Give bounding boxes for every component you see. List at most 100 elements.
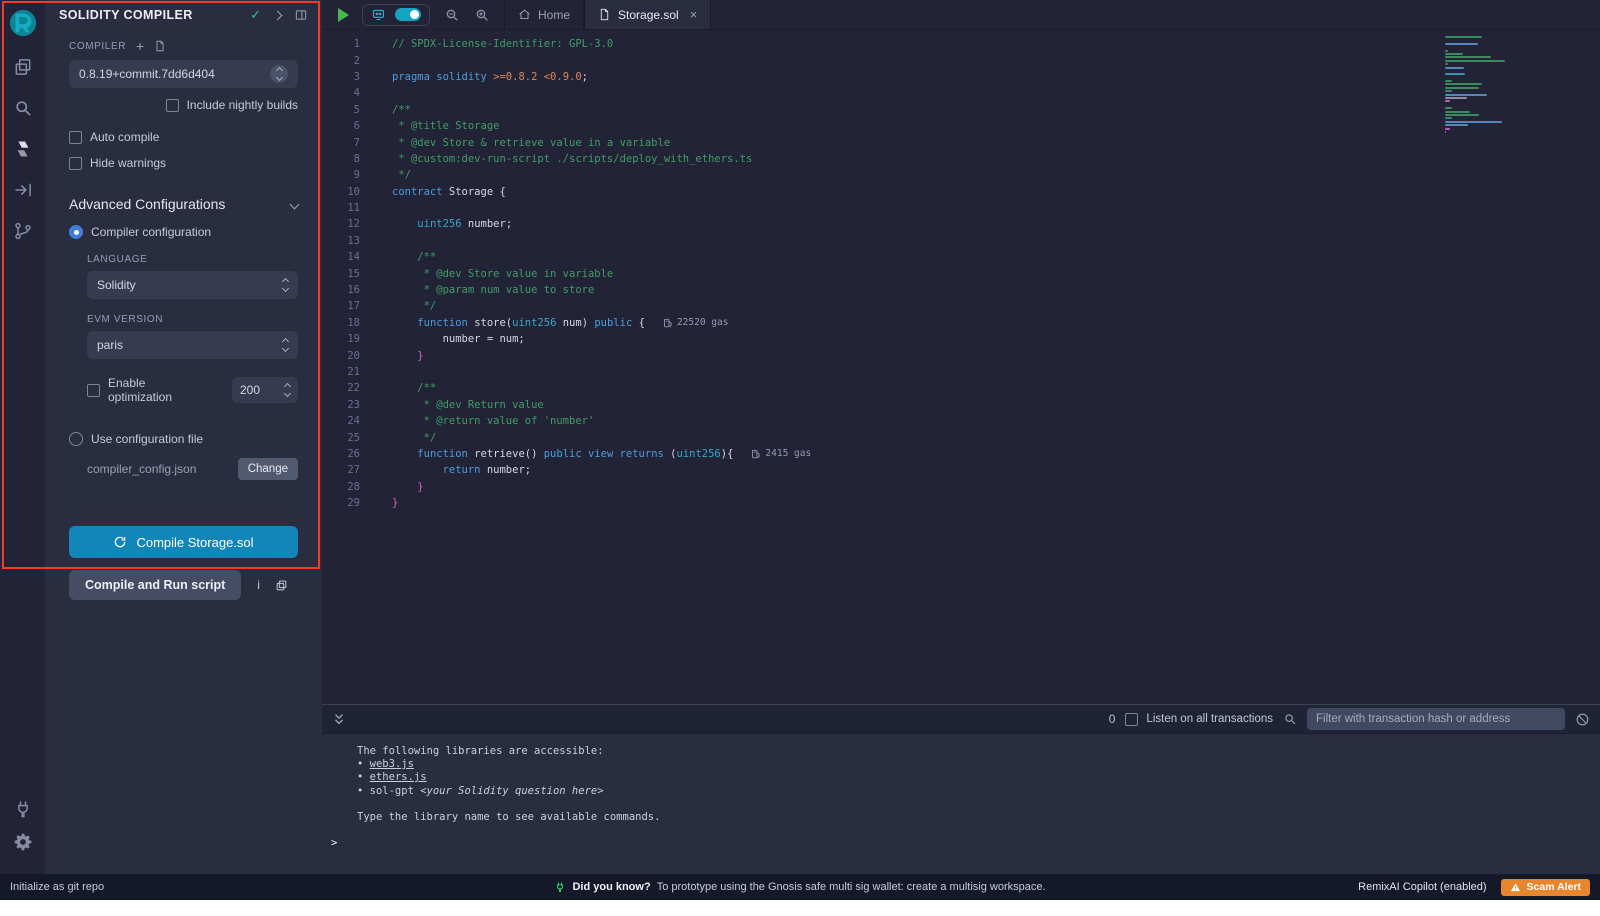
code-line: 28 } [322,479,1600,495]
tab-home[interactable]: Home [504,0,584,29]
include-nightly-checkbox[interactable] [166,99,179,112]
compile-button-label: Compile Storage.sol [136,535,253,550]
minimap-line [1445,104,1560,106]
terminal-toolbar: 0 Listen on all transactions [322,704,1600,734]
code-text[interactable]: * @param num value to store [392,284,594,296]
language-select[interactable]: Solidity [87,271,298,299]
code-text[interactable]: * @dev Store value in variable [392,268,613,280]
code-text[interactable]: * @dev Return value [392,399,544,411]
scam-alert-badge[interactable]: Scam Alert [1501,879,1590,896]
code-text[interactable]: * @return value of 'number' [392,415,594,427]
icon-sidebar [0,0,45,874]
run-script-play-button[interactable] [338,8,349,22]
code-text[interactable]: */ [392,169,411,181]
minimap-line [1445,87,1479,89]
close-tab-icon[interactable]: × [690,7,698,22]
copy-icon[interactable] [275,579,288,592]
code-text[interactable]: */ [392,300,436,312]
line-number: 1 [322,38,378,50]
line-number: 7 [322,137,378,149]
minimap[interactable] [1445,36,1560,134]
line-number: 9 [322,169,378,181]
advanced-configurations-header[interactable]: Advanced Configurations [69,196,298,212]
git-init-status[interactable]: Initialize as git repo [10,881,104,893]
panel-header: SOLIDITY COMPILER ✓ [45,0,322,30]
code-text[interactable]: function retrieve() public view returns … [392,448,733,460]
zoom-in-icon[interactable] [474,7,490,23]
code-text[interactable]: } [392,497,398,509]
auto-compile-checkbox[interactable] [69,131,82,144]
compiler-configuration-radio[interactable] [69,225,83,239]
solidity-compiler-icon[interactable] [12,138,33,159]
terminal-link[interactable]: ethers.js [370,771,427,783]
line-number: 26 [322,448,378,460]
terminal-expand-icon[interactable] [332,712,346,726]
enable-optimization-checkbox[interactable] [87,384,100,397]
code-text[interactable]: * @title Storage [392,120,499,132]
code-text[interactable]: * @dev Store & retrieve value in a varia… [392,137,670,149]
open-file-icon[interactable] [154,40,166,52]
deploy-run-icon[interactable] [12,179,33,200]
settings-gear-icon[interactable] [12,831,33,852]
code-line: 6 * @title Storage [322,118,1600,134]
file-explorer-icon[interactable] [12,56,33,77]
transaction-filter-input[interactable] [1307,708,1565,730]
add-compiler-icon[interactable]: + [136,41,144,51]
evm-version-value: paris [97,338,283,352]
line-number: 29 [322,497,378,509]
zoom-out-icon[interactable] [444,7,460,23]
code-text[interactable]: /** [392,382,436,394]
code-text[interactable]: } [392,481,424,493]
minimap-line [1445,67,1464,69]
code-line: 27 return number; [322,462,1600,478]
use-configuration-file-radio[interactable] [69,432,83,446]
terminal-line: The following libraries are accessible: [331,745,1600,758]
file-icon [598,8,611,21]
code-text[interactable]: * @custom:dev-run-script ./scripts/deplo… [392,153,752,165]
code-text[interactable]: */ [392,432,436,444]
runs-spinner-icon[interactable] [285,384,290,396]
compiler-version-select[interactable]: 0.8.19+commit.7dd6d404 [69,60,298,88]
code-text[interactable]: contract Storage { [392,186,506,198]
terminal-line: • ethers.js [331,771,1600,784]
plugin-manager-icon[interactable] [12,798,33,819]
change-config-button[interactable]: Change [238,458,298,480]
copilot-status[interactable]: RemixAI Copilot (enabled) [1358,881,1486,893]
line-number: 14 [322,251,378,263]
chevron-right-icon[interactable] [273,10,283,20]
search-icon[interactable] [12,97,33,118]
minimap-line [1445,111,1470,113]
code-line: 15 * @dev Store value in variable [322,265,1600,281]
remix-logo-icon[interactable] [8,8,38,38]
gas-estimate: 22520 gas [663,317,728,328]
tab-storage-sol[interactable]: Storage.sol × [584,0,711,29]
listen-all-transactions-checkbox[interactable] [1125,713,1138,726]
code-text[interactable]: // SPDX-License-Identifier: GPL-3.0 [392,38,613,50]
code-text[interactable]: uint256 number; [392,218,512,230]
optimization-runs-input[interactable]: 200 [232,377,298,403]
code-text[interactable]: /** [392,251,436,263]
clear-console-icon[interactable] [1575,712,1590,727]
code-line: 16 * @param num value to store [322,282,1600,298]
line-number: 5 [322,104,378,116]
code-text[interactable]: number = num; [392,333,525,345]
split-panel-icon[interactable] [294,8,308,22]
info-icon[interactable]: i [257,578,260,592]
ai-assistant-icon[interactable] [371,7,386,22]
hide-warnings-checkbox[interactable] [69,157,82,170]
git-icon[interactable] [12,220,33,241]
terminal-link[interactable]: web3.js [370,758,414,770]
code-editor[interactable]: 1// SPDX-License-Identifier: GPL-3.023pr… [322,30,1600,704]
terminal[interactable]: The following libraries are accessible: •… [322,734,1600,874]
code-text[interactable]: function store(uint256 num) public { [392,317,645,329]
code-text[interactable]: pragma solidity >=0.8.2 <0.9.0; [392,71,588,83]
compile-button[interactable]: Compile Storage.sol [69,526,298,558]
minimap-line [1445,128,1450,130]
evm-version-select[interactable]: paris [87,331,298,359]
compile-and-run-button[interactable]: Compile and Run script [69,570,241,600]
copilot-toggle[interactable] [395,8,421,21]
code-text[interactable]: } [392,350,424,362]
code-text[interactable]: return number; [392,464,531,476]
code-text[interactable]: /** [392,104,411,116]
solidity-compiler-panel: SOLIDITY COMPILER ✓ COMPILER + 0.8.19+co… [45,0,322,874]
